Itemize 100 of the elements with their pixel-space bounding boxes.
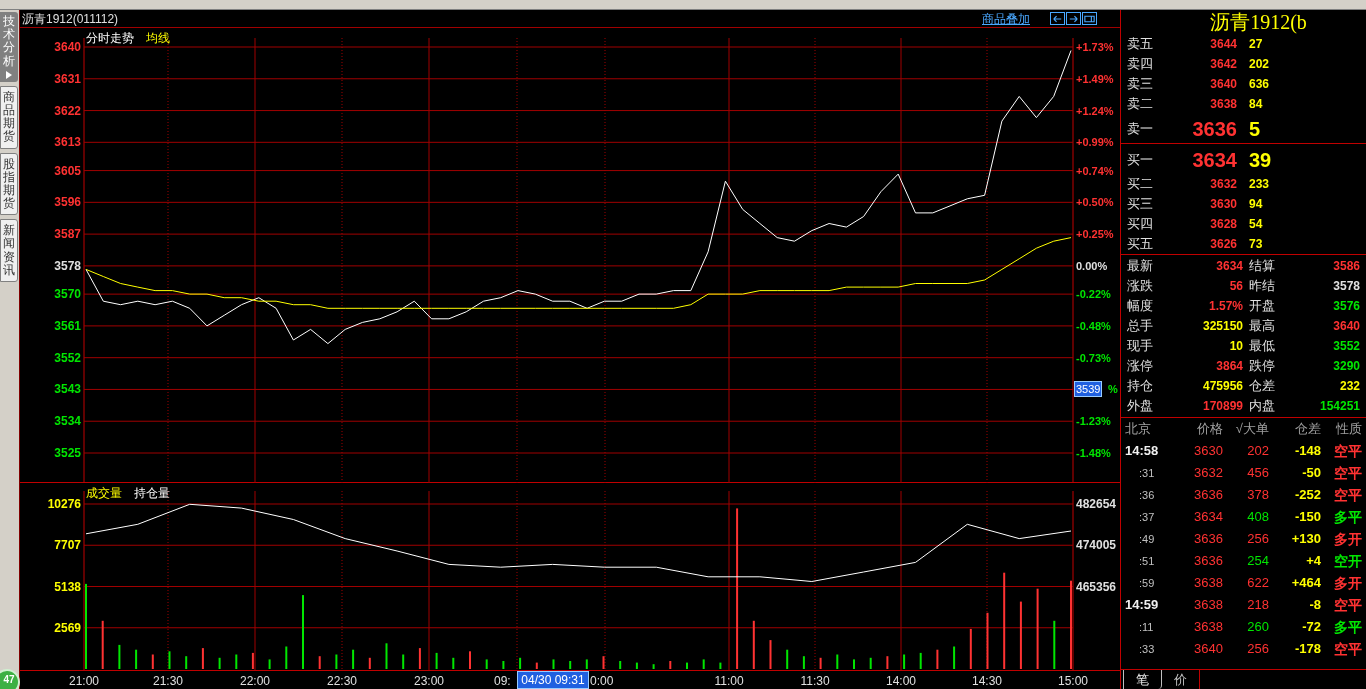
volume-bar bbox=[335, 654, 338, 669]
stat-value: 3586 bbox=[1332, 258, 1360, 275]
price-value: 3638 bbox=[1209, 96, 1237, 113]
axis-label: 21:00 bbox=[68, 673, 100, 689]
change-cell-text: +464 bbox=[1290, 574, 1321, 592]
price-value: 3630 bbox=[1209, 196, 1237, 213]
time-cell-text: 14:58 bbox=[1125, 442, 1160, 460]
row-label: 卖五 bbox=[1127, 35, 1154, 54]
row-label: 卖一 bbox=[1127, 120, 1154, 139]
axis-label: +0.99% bbox=[1076, 135, 1114, 150]
column-header: 北京 bbox=[1125, 420, 1152, 438]
bottom-tab[interactable]: 笔 bbox=[1123, 670, 1162, 689]
volume-value: 84 bbox=[1248, 96, 1264, 113]
volume-bar bbox=[1019, 601, 1022, 669]
axis-label: 3622 bbox=[54, 103, 81, 118]
volume-bar bbox=[869, 657, 872, 669]
volume-bar bbox=[502, 661, 505, 669]
axis-label: +1.73% bbox=[1076, 40, 1114, 54]
volume-bar bbox=[569, 661, 572, 669]
axis-label: +1.24% bbox=[1076, 103, 1114, 118]
stat-value: 3640 bbox=[1332, 318, 1360, 335]
volume-value: 94 bbox=[1248, 196, 1264, 213]
stat-value: 3864 bbox=[1215, 358, 1243, 375]
stat-label: 仓差 bbox=[1248, 377, 1276, 395]
stat-value: 232 bbox=[1338, 378, 1360, 395]
volume-bar bbox=[218, 657, 221, 669]
time-cell-text: :59 bbox=[1138, 576, 1156, 591]
time-cell-text: :37 bbox=[1138, 510, 1156, 525]
axis-label: +1.49% bbox=[1076, 71, 1114, 86]
volume-bar bbox=[118, 644, 121, 669]
volume-bar bbox=[368, 657, 371, 669]
right-arrow-button[interactable] bbox=[1066, 12, 1081, 25]
stat-value: 325150 bbox=[1201, 318, 1243, 335]
price-value: 3626 bbox=[1209, 236, 1237, 253]
side-tab[interactable]: 新闻资讯 bbox=[0, 219, 18, 282]
stat-label: 现手 bbox=[1127, 337, 1154, 355]
volume-bar bbox=[385, 643, 388, 669]
axis-label: 3587 bbox=[54, 227, 81, 242]
volume-bar bbox=[652, 664, 655, 669]
axis-label: % bbox=[1108, 382, 1118, 397]
price-value: 3632 bbox=[1209, 176, 1237, 193]
time-cell-text: :31 bbox=[1138, 466, 1156, 481]
nature-cell: 多平 bbox=[1334, 509, 1362, 525]
axis-label: 3613 bbox=[54, 135, 81, 150]
column-header: 价格 bbox=[1196, 420, 1223, 438]
axis-label: 11:30 bbox=[799, 673, 831, 689]
volume-bar bbox=[318, 656, 321, 669]
price-cell-text: 3638 bbox=[1193, 618, 1223, 636]
left-arrow-button[interactable] bbox=[1050, 12, 1065, 25]
column-header: √大单 bbox=[1234, 420, 1269, 438]
stat-value: 3576 bbox=[1332, 298, 1360, 315]
axis-label: 2569 bbox=[54, 620, 81, 635]
side-tab[interactable]: 技术分析 bbox=[0, 12, 18, 82]
volume-bar bbox=[268, 659, 271, 669]
price-cell-text: 3638 bbox=[1193, 574, 1223, 592]
price-value: 3642 bbox=[1209, 56, 1237, 73]
volume-bar bbox=[786, 649, 789, 669]
volume-bar bbox=[802, 656, 805, 669]
bottom-tab[interactable]: 价 bbox=[1162, 670, 1200, 689]
price-value: 3640 bbox=[1209, 76, 1237, 93]
volume-bar bbox=[485, 659, 488, 669]
axis-label: 3552 bbox=[54, 350, 81, 365]
axis-label: -1.48% bbox=[1076, 446, 1111, 460]
stat-label: 最低 bbox=[1248, 337, 1276, 355]
stat-value: 3290 bbox=[1332, 358, 1360, 375]
volume-bar bbox=[969, 628, 972, 669]
stat-value: 3578 bbox=[1332, 278, 1360, 295]
volume-cell-text: 256 bbox=[1246, 640, 1269, 658]
volume-bar bbox=[669, 661, 672, 669]
volume-bar bbox=[836, 654, 839, 669]
volume-value: 233 bbox=[1248, 176, 1271, 193]
stat-label: 涨停 bbox=[1127, 357, 1154, 375]
stat-value: 10 bbox=[1228, 338, 1243, 355]
price-cell-text: 3630 bbox=[1193, 442, 1223, 460]
volume-value: 202 bbox=[1248, 56, 1271, 73]
stat-value: 3552 bbox=[1332, 338, 1360, 355]
crosshair-time-label: 04/30 09:31 bbox=[517, 671, 589, 689]
volume-value: 39 bbox=[1248, 148, 1273, 173]
volume-bar bbox=[635, 662, 638, 669]
volume-bar bbox=[201, 648, 204, 669]
axis-label: 22:30 bbox=[326, 673, 358, 689]
volume-value: 636 bbox=[1248, 76, 1271, 93]
overlay-link[interactable]: 商品叠加 bbox=[982, 9, 1030, 28]
axis-label: 5138 bbox=[54, 579, 81, 594]
axis-label: 3570 bbox=[54, 287, 81, 302]
row-label: 买一 bbox=[1127, 151, 1154, 170]
side-tab[interactable]: 股指期货 bbox=[0, 152, 18, 216]
volume-bar bbox=[1053, 620, 1056, 669]
volume-cell-text: 256 bbox=[1246, 530, 1269, 548]
panel-icon bbox=[1083, 13, 1096, 24]
stat-label: 持仓 bbox=[1127, 377, 1154, 395]
volume-bar bbox=[819, 657, 822, 669]
axis-label: 3561 bbox=[54, 318, 81, 333]
panel-button[interactable] bbox=[1082, 12, 1097, 25]
legend-label: 均线 bbox=[146, 30, 170, 47]
side-tab[interactable]: 商品期货 bbox=[0, 85, 18, 149]
axis-label: 15:00 bbox=[1057, 673, 1089, 689]
price-cell-text: 3636 bbox=[1193, 486, 1223, 504]
row-label: 卖四 bbox=[1127, 55, 1154, 74]
stat-label: 昨结 bbox=[1248, 277, 1276, 295]
